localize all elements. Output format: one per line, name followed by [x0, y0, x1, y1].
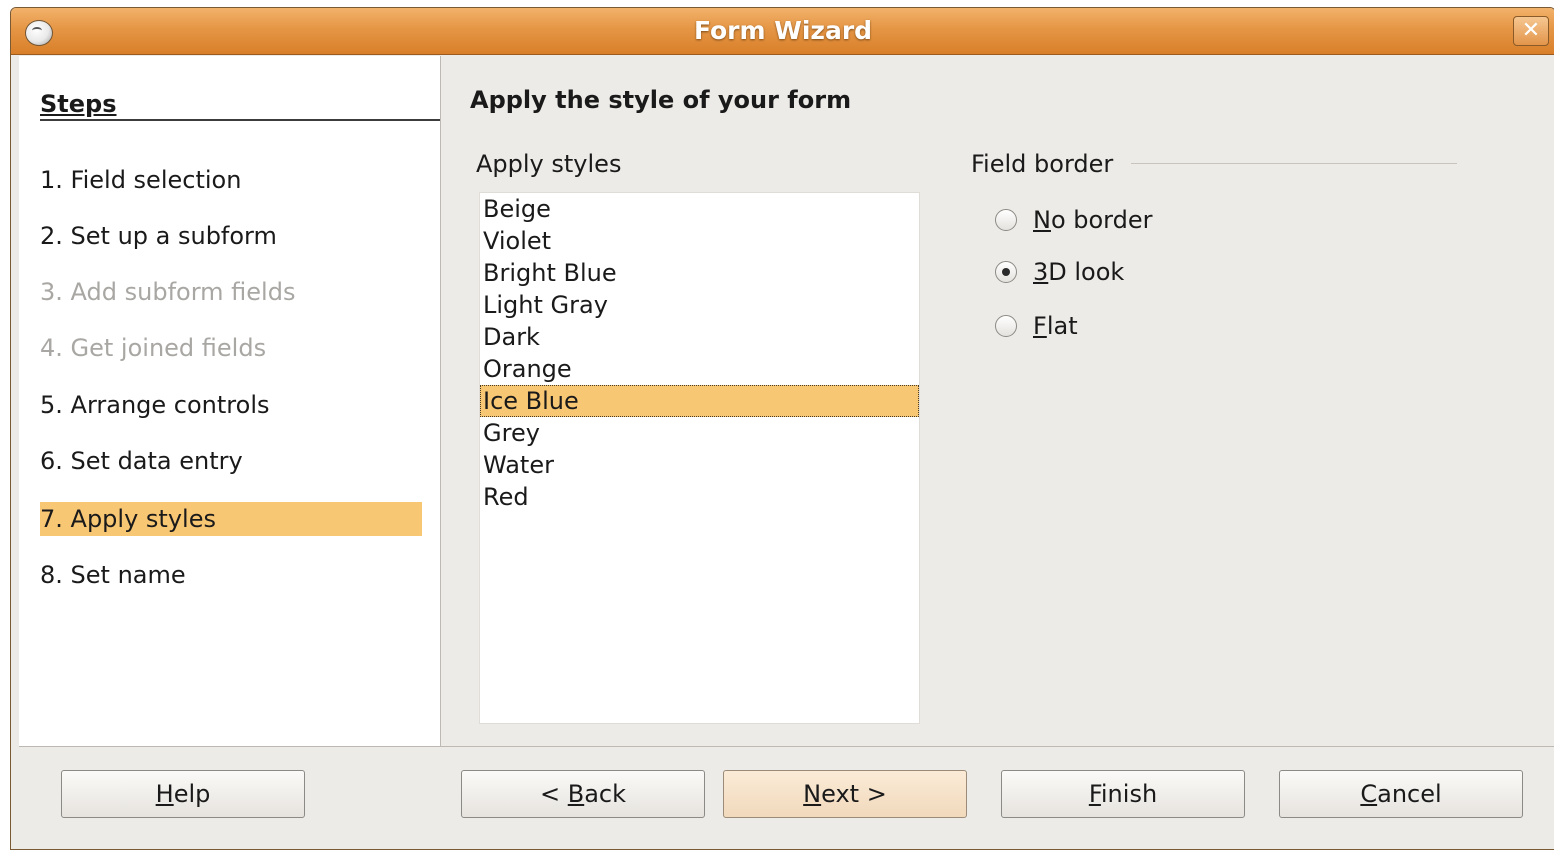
- step-arrange-controls[interactable]: 5. Arrange controls: [40, 388, 422, 422]
- radio-label: 3D look: [1033, 258, 1125, 286]
- styles-listbox[interactable]: Beige Violet Bright Blue Light Gray Dark…: [479, 192, 920, 724]
- radio-no-border[interactable]: No border: [995, 204, 1153, 236]
- button-bar-divider: [19, 746, 1554, 747]
- steps-divider: [40, 119, 440, 121]
- radio-label: Flat: [1033, 312, 1078, 340]
- list-item[interactable]: Red: [480, 481, 919, 513]
- list-item[interactable]: Light Gray: [480, 289, 919, 321]
- radio-flat[interactable]: Flat: [995, 310, 1078, 342]
- step-get-joined-fields: 4. Get joined fields: [40, 334, 267, 362]
- field-border-group-line: [1131, 163, 1457, 164]
- list-item-selected[interactable]: Ice Blue: [480, 385, 919, 417]
- steps-header: Steps: [40, 90, 117, 118]
- list-item[interactable]: Beige: [480, 193, 919, 225]
- radio-button[interactable]: [995, 209, 1017, 231]
- radio-button[interactable]: [995, 315, 1017, 337]
- page-title: Apply the style of your form: [470, 86, 852, 114]
- field-border-label: Field border: [971, 150, 1122, 178]
- step-set-up-subform[interactable]: 2. Set up a subform: [40, 219, 422, 253]
- step-set-name[interactable]: 8. Set name: [40, 558, 422, 592]
- radio-3d-look[interactable]: 3D look: [995, 256, 1124, 288]
- list-item[interactable]: Orange: [480, 353, 919, 385]
- step-add-subform-fields: 3. Add subform fields: [40, 278, 296, 306]
- back-button[interactable]: < Back: [461, 770, 705, 818]
- close-button[interactable]: ✕: [1513, 16, 1549, 46]
- step-field-selection[interactable]: 1. Field selection: [40, 163, 422, 197]
- next-button[interactable]: Next >: [723, 770, 967, 818]
- list-item[interactable]: Grey: [480, 417, 919, 449]
- list-item[interactable]: Dark: [480, 321, 919, 353]
- step-apply-styles[interactable]: 7. Apply styles: [40, 502, 422, 536]
- radio-label: No border: [1033, 206, 1153, 234]
- radio-button-checked[interactable]: [995, 261, 1017, 283]
- window-title: Form Wizard: [693, 16, 873, 45]
- steps-panel: Steps 1. Field selection 2. Set up a sub…: [19, 56, 441, 746]
- finish-button[interactable]: Finish: [1001, 770, 1245, 818]
- form-wizard-window: Form Wizard ✕ Steps 1. Field selection 2…: [10, 7, 1554, 850]
- title-bar[interactable]: Form Wizard ✕: [11, 8, 1554, 55]
- list-item[interactable]: Water: [480, 449, 919, 481]
- step-set-data-entry[interactable]: 6. Set data entry: [40, 444, 422, 478]
- list-item[interactable]: Violet: [480, 225, 919, 257]
- help-button[interactable]: Help: [61, 770, 305, 818]
- apply-styles-label: Apply styles: [476, 150, 622, 178]
- list-item[interactable]: Bright Blue: [480, 257, 919, 289]
- cancel-button[interactable]: Cancel: [1279, 770, 1523, 818]
